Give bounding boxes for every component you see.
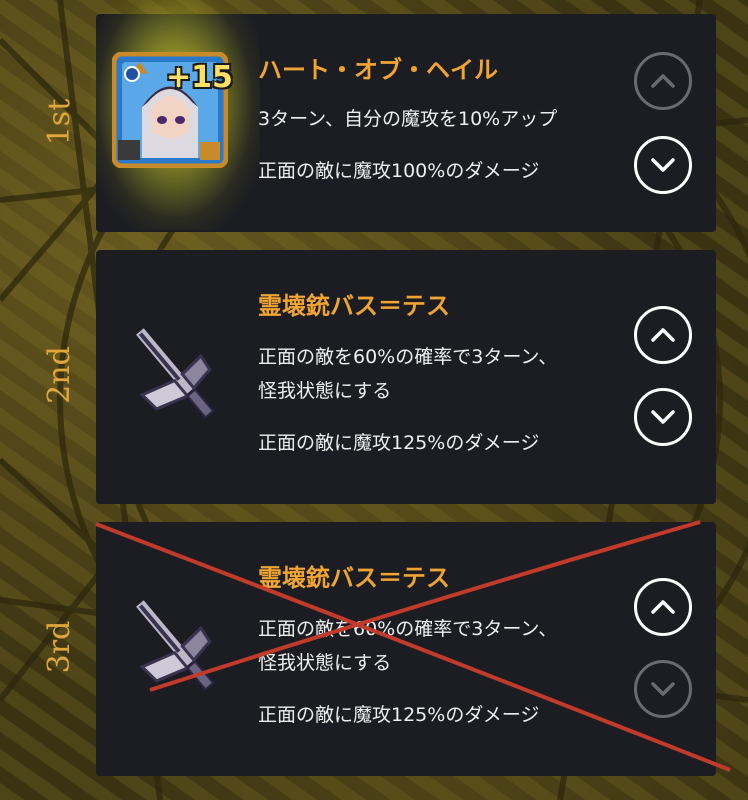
chevron-up-icon (651, 328, 675, 342)
chevron-up-icon (651, 74, 675, 88)
skill-card-2: 霊壊銃バス＝テス 正面の敵を60%の確率で3ターン、 怪我状態にする 正面の敵に… (96, 250, 716, 504)
move-up-button-1[interactable] (634, 52, 692, 110)
skill-effect-3a: 正面の敵を60%の確率で3ターン、 (258, 618, 558, 640)
skill-effect-3b: 怪我状態にする (258, 652, 392, 674)
skill-effect-1b: 正面の敵に魔攻100%のダメージ (258, 160, 540, 182)
plus-level-badge: +15 (166, 60, 233, 95)
move-up-button-2[interactable] (634, 306, 692, 364)
chevron-down-icon (651, 410, 675, 424)
skill-card-1: +15 ハート・オブ・ヘイル 3ターン、自分の魔攻を10%アップ 正面の敵に魔攻… (90, 0, 716, 232)
skill-effect-2c: 正面の敵に魔攻125%のダメージ (258, 432, 540, 454)
move-down-button-3[interactable] (634, 660, 692, 718)
chevron-down-icon (651, 158, 675, 172)
chevron-down-icon (651, 682, 675, 696)
character-portrait-icon: +15 (90, 0, 260, 230)
rank-label-2: 2nd (42, 346, 77, 404)
move-down-button-1[interactable] (634, 136, 692, 194)
rank-label-3: 3rd (42, 620, 77, 674)
skill-card-3: 霊壊銃バス＝テス 正面の敵を60%の確率で3ターン、 怪我状態にする 正面の敵に… (96, 522, 716, 776)
skill-title-2: 霊壊銃バス＝テス (258, 292, 450, 320)
skill-title-3: 霊壊銃バス＝テス (258, 564, 450, 592)
skill-effect-1a: 3ターン、自分の魔攻を10%アップ (258, 108, 558, 130)
skill-effect-2b: 怪我状態にする (258, 380, 392, 402)
move-up-button-3[interactable] (634, 578, 692, 636)
chevron-up-icon (651, 600, 675, 614)
skill-effect-2a: 正面の敵を60%の確率で3ターン、 (258, 346, 558, 368)
axe-gun-weapon-icon (136, 328, 215, 419)
axe-gun-weapon-icon (136, 600, 215, 691)
skill-effect-3c: 正面の敵に魔攻125%のダメージ (258, 704, 540, 726)
skill-title-1: ハート・オブ・ヘイル (258, 56, 498, 84)
rank-label-1: 1st (42, 98, 77, 146)
move-down-button-2[interactable] (634, 388, 692, 446)
